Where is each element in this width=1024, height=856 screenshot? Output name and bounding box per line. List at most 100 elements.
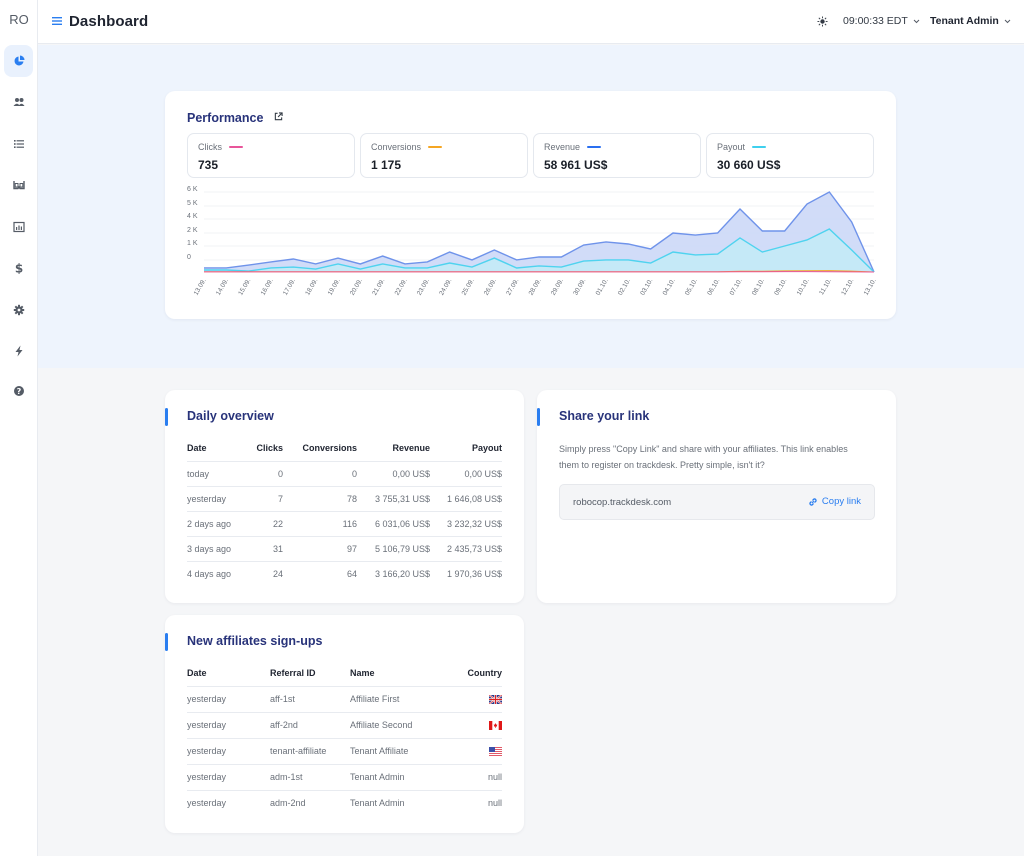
kpi-conversions[interactable]: Conversions 1 175 (360, 133, 528, 178)
x-tick-label: 30.09. (572, 277, 587, 296)
pie-chart-icon (14, 55, 24, 66)
table-cell: 5 106,79 US$ (357, 536, 430, 562)
y-tick-label: 4 K (187, 213, 198, 220)
table-row: yesterday tenant-affiliate Tenant Affiliat… (187, 738, 502, 765)
kpi-value: 1 175 (371, 158, 402, 172)
table-cell: today (187, 461, 247, 487)
external-link-icon[interactable] (274, 112, 283, 121)
x-tick-label: 28.09. (528, 277, 543, 296)
table-cell: yesterday (187, 712, 270, 739)
legend-swatch (428, 145, 443, 149)
table-cell: yesterday (187, 764, 270, 791)
sidebar-item-affiliates[interactable] (4, 86, 33, 118)
table-cell: 3 232,32 US$ (430, 511, 502, 537)
table-row: 2 days ago 22 116 6 031,06 US$ 3 232,32 US$ (187, 511, 502, 537)
users-icon (13, 98, 24, 106)
table-cell: 3 days ago (187, 536, 247, 562)
y-tick-label: 1 K (187, 240, 198, 247)
column-header: Clicks (247, 435, 283, 462)
share-url[interactable]: robocop.trackdesk.com (573, 497, 671, 508)
column-header: Revenue (357, 435, 430, 462)
table-cell: aff-1st (270, 686, 350, 713)
x-tick-label: 17.09. (282, 277, 297, 296)
x-tick-label: 11.10. (818, 277, 833, 296)
card-accent (165, 633, 168, 651)
x-tick-label: 18.09. (304, 277, 319, 296)
top-bar: Dashboard 09:00:33 EDT Tenant Admin (38, 0, 1024, 44)
x-tick-label: 05.10. (684, 277, 699, 296)
table-cell: aff-2nd (270, 712, 350, 739)
kpi-clicks[interactable]: Clicks 735 (187, 133, 355, 178)
question-icon: ? (13, 386, 24, 396)
menu-icon[interactable] (52, 16, 62, 26)
user-menu[interactable]: Tenant Admin (930, 15, 1011, 27)
table-cell: Affiliate Second (350, 712, 450, 739)
x-tick-label: 02.10. (617, 277, 632, 296)
table-cell: 3 166,20 US$ (374, 568, 430, 579)
share-description: Simply press "Copy Link" and share with … (559, 444, 848, 470)
kpi-value: 30 660 US$ (717, 158, 781, 172)
column-header: Name (350, 660, 450, 687)
table-cell: 97 (283, 536, 357, 562)
kpi-payout[interactable]: Payout 30 660 US$ (706, 133, 874, 178)
card-accent (165, 408, 168, 426)
sidebar-item-settings[interactable] (4, 294, 33, 326)
table-cell: Tenant Admin (350, 764, 450, 791)
us-flag-icon (489, 747, 502, 757)
daily-overview-table: Date Clicks Conversions Revenue Payout today… (187, 435, 502, 586)
sidebar-item-offers[interactable] (4, 128, 33, 160)
table-cell: 7 (247, 486, 283, 512)
kpi-label: Payout (717, 142, 746, 152)
sidebar-item-dashboard[interactable] (4, 45, 33, 77)
x-tick-label: 23.09. (416, 277, 431, 296)
x-tick-label: 01.10. (595, 277, 610, 296)
table-cell: tenant-affiliate (270, 738, 350, 765)
x-tick-label: 12.10. (840, 277, 855, 296)
chevron-down-icon (913, 19, 920, 23)
table-row: yesterday adm-2nd Tenant Admin null (187, 790, 502, 816)
x-tick-label: 13.09. (193, 277, 208, 296)
daily-overview-title: Daily overview (187, 409, 274, 423)
table-cell: 78 (283, 486, 357, 512)
sidebar-item-payouts[interactable]: $ (4, 252, 33, 284)
table-cell: 22 (247, 511, 283, 537)
table-cell: 31 (247, 536, 283, 562)
x-tick-label: 29.09. (550, 277, 565, 296)
sun-icon[interactable] (817, 16, 828, 27)
table-row: 3 days ago 31 97 5 106,79 US$ 2 435,73 US$ (187, 536, 502, 562)
table-cell (450, 712, 502, 739)
table-row: yesterday aff-2nd Affiliate Second (187, 712, 502, 739)
sidebar-item-reports[interactable] (4, 211, 33, 243)
x-tick-label: 24.09. (438, 277, 453, 296)
daily-overview-card: Daily overview Date Clicks Conversions Reve… (165, 390, 524, 603)
kpi-label: Revenue (544, 142, 581, 152)
table-cell: null (450, 764, 502, 791)
table-cell: 2 days ago (187, 511, 247, 537)
x-tick-label: 25.09. (461, 277, 476, 296)
y-tick-label: 0 (187, 254, 191, 261)
affiliate-signups-table: Date Referral ID Name Country yesterday aff-… (187, 660, 502, 816)
timezone-selector[interactable]: 09:00:33 EDT (843, 15, 920, 27)
glasses-icon (12, 181, 25, 190)
kpi-value: 735 (198, 158, 219, 172)
table-row: yesterday 7 78 3 755,31 US$ 1 646,08 US$ (187, 486, 502, 512)
svg-text:$: $ (14, 262, 22, 274)
kpi-revenue[interactable]: Revenue 58 961 US$ (533, 133, 701, 178)
table-cell: 0,00 US$ (430, 461, 502, 487)
table-cell: 0 (247, 461, 283, 487)
legend-swatch (229, 145, 243, 149)
sidebar-item-integrations[interactable] (4, 335, 33, 367)
y-tick-label: 2 K (187, 227, 198, 234)
y-tick-label: 6 K (187, 186, 198, 193)
table-row: 4 days ago 24 64 3 166,20 US$ 1 970,36 US$ (187, 561, 502, 586)
copy-link-button[interactable]: Copy link (808, 496, 861, 507)
page-title: Dashboard (69, 13, 149, 30)
y-tick-label: 5 K (187, 200, 198, 207)
sidebar-item-help[interactable]: ? (4, 375, 33, 407)
column-header: Conversions (283, 435, 357, 462)
table-cell: 2 435,73 US$ (430, 536, 502, 562)
account-initials[interactable]: RO (0, 12, 38, 27)
sidebar-item-creatives[interactable] (4, 169, 33, 201)
x-tick-label: 22.09. (394, 277, 409, 296)
table-cell (450, 686, 502, 713)
